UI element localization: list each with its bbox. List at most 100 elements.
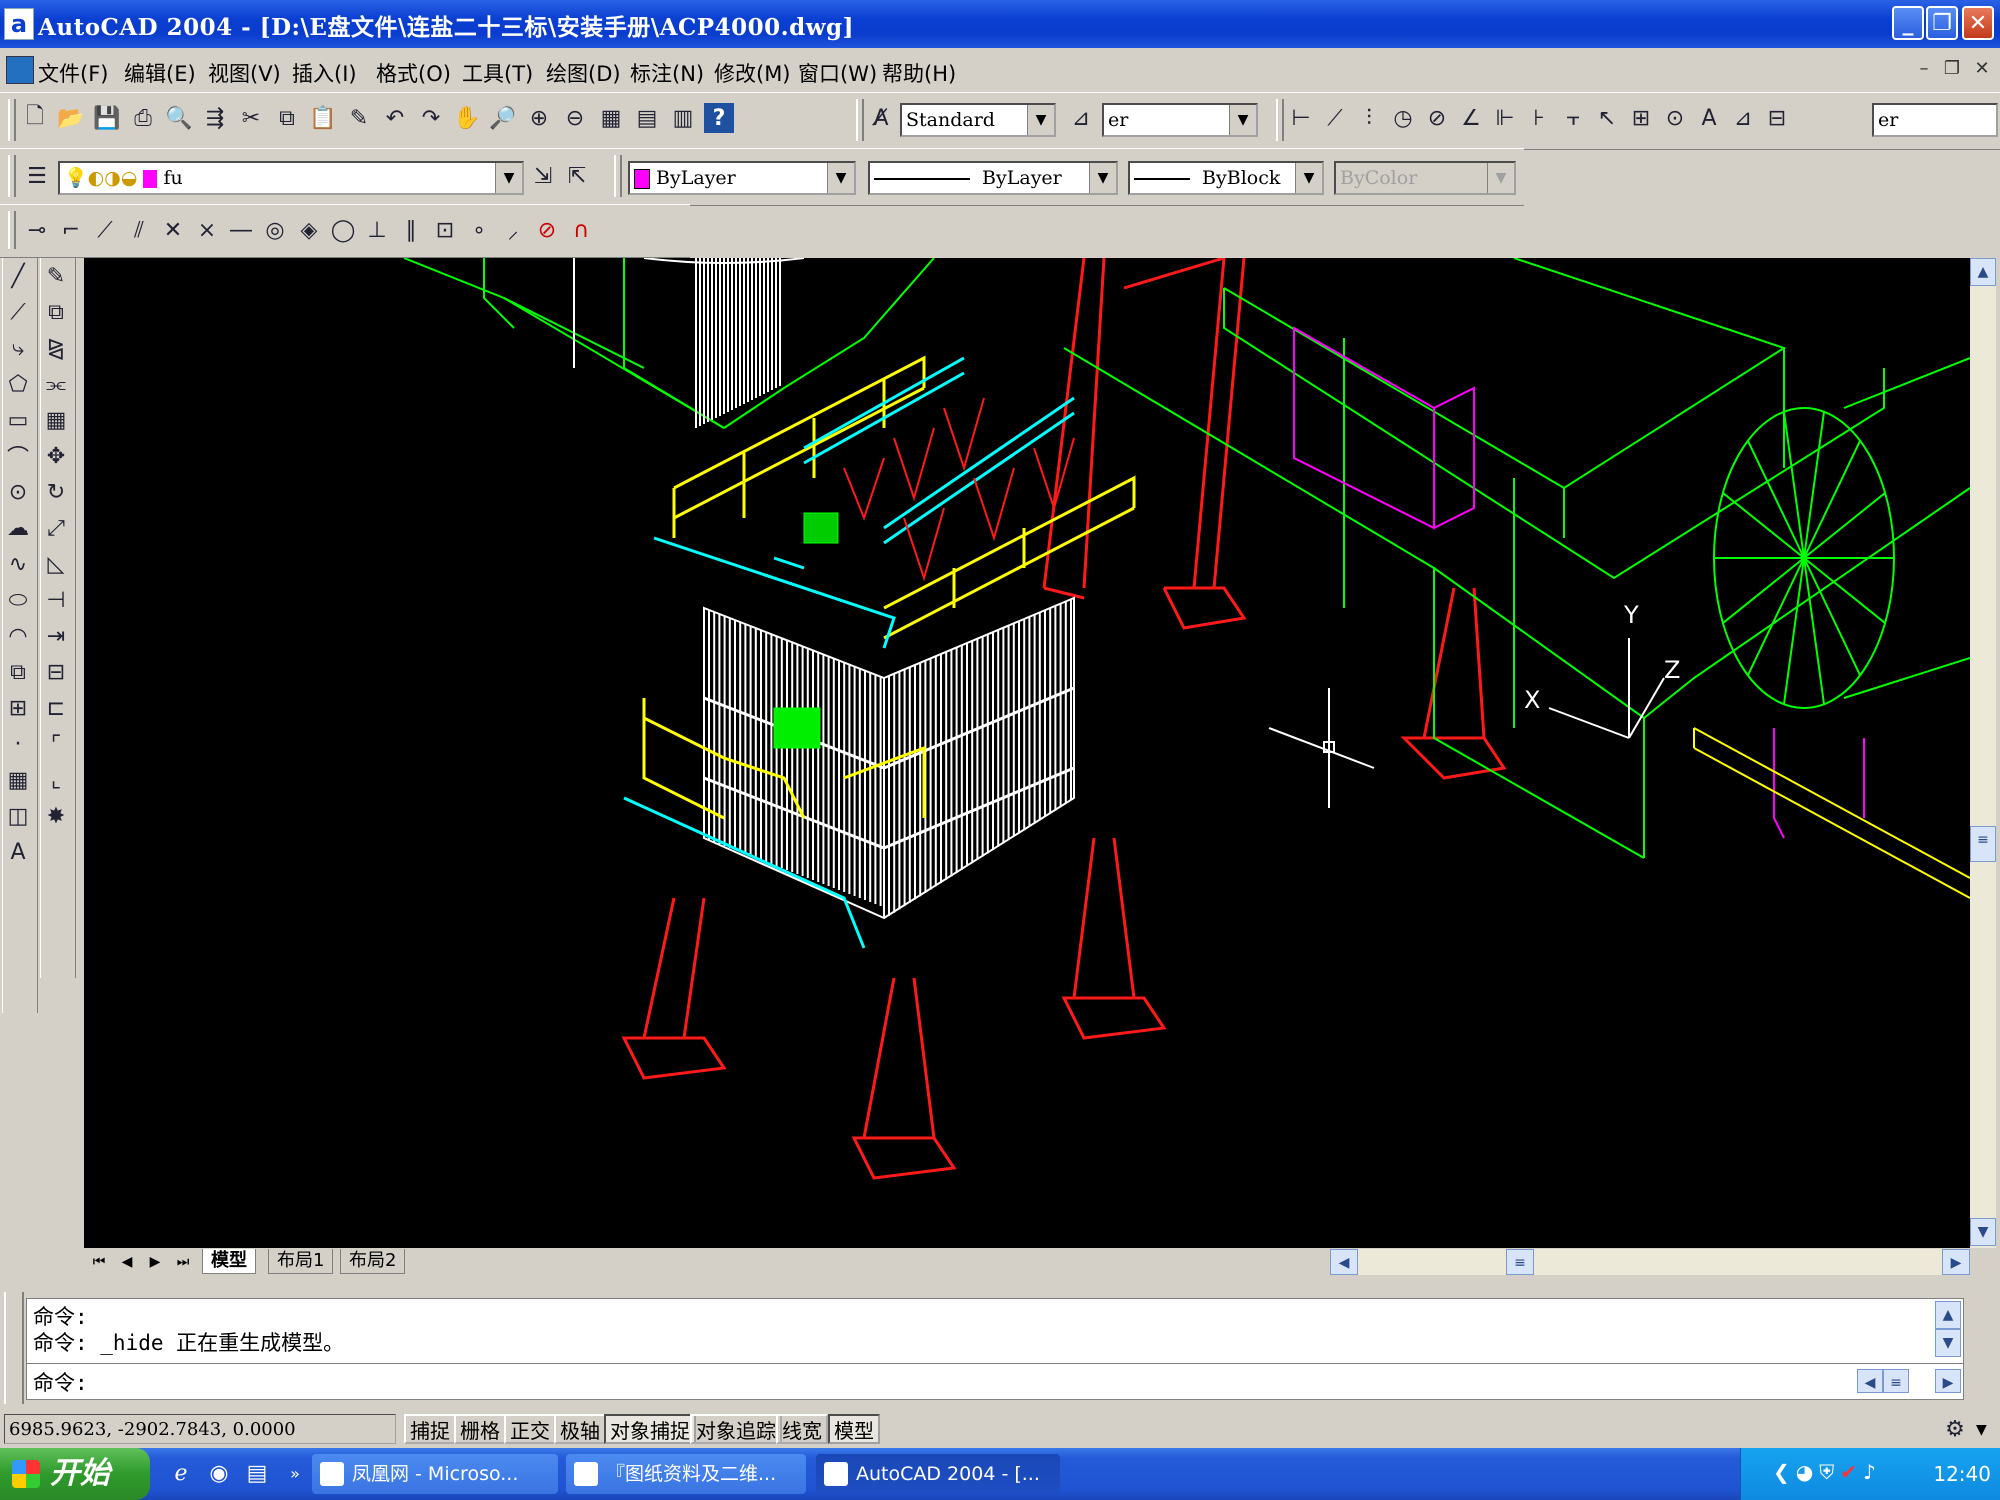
cmd-hscroll-thumb[interactable]: ≡ <box>1883 1369 1909 1393</box>
close-button[interactable]: ✕ <box>1962 6 1994 40</box>
ortho-toggle[interactable]: 正交 <box>504 1414 556 1444</box>
toolbar-grip[interactable] <box>1276 99 1284 141</box>
polygon-icon[interactable]: ⬠ <box>3 366 33 402</box>
text-style-icon[interactable]: A̸ <box>866 103 896 133</box>
leader-icon[interactable]: ↖ <box>1592 103 1622 133</box>
snap-intersection-icon[interactable]: ✕ <box>158 215 188 245</box>
scroll-right-icon[interactable]: ▶ <box>1942 1249 1970 1275</box>
tray-network-icon[interactable]: ◕ <box>1796 1460 1813 1484</box>
first-tab-icon[interactable]: ⏮ <box>86 1250 112 1274</box>
cmd-hscroll-left-icon[interactable]: ◀ <box>1857 1369 1883 1393</box>
undo-icon[interactable]: ↶ <box>380 103 410 133</box>
zoom-realtime-icon[interactable]: 🔎 <box>488 103 518 133</box>
layer-dropdown[interactable]: 💡◐◑◒ fu ▼ <box>58 161 524 195</box>
model-toggle[interactable]: 模型 <box>828 1414 880 1444</box>
rotate-icon[interactable]: ↻ <box>41 474 71 510</box>
point-icon[interactable]: · <box>3 726 33 762</box>
snap-extension-icon[interactable]: ― <box>226 215 256 245</box>
join-icon[interactable]: ⊏ <box>41 690 71 726</box>
toolbar-grip[interactable] <box>614 155 622 197</box>
arc-icon[interactable]: ⌒ <box>3 438 33 474</box>
menu-format[interactable]: 格式(O) <box>376 58 451 88</box>
toolbar-grip[interactable] <box>856 99 864 141</box>
scale-icon[interactable]: ⤢ <box>41 510 71 546</box>
move-icon[interactable]: ✥ <box>41 438 71 474</box>
tray-app-icon[interactable]: ✔ <box>1840 1460 1857 1484</box>
open-icon[interactable]: 📂 <box>56 103 86 133</box>
rectangle-icon[interactable]: ▭ <box>3 402 33 438</box>
vertical-scrollbar[interactable]: ▲ ≡ ▼ <box>1970 258 1996 1248</box>
color-dropdown[interactable]: ByLayer ▼ <box>628 161 856 195</box>
tray-arrow-icon[interactable]: ❮ <box>1773 1460 1790 1484</box>
cmd-scroll-up-icon[interactable]: ▲ <box>1935 1301 1961 1329</box>
tray-security-icon[interactable]: ⛨ <box>1819 1460 1834 1484</box>
temp-track-point-icon[interactable]: ⊸ <box>22 215 52 245</box>
dim-text-edit-icon[interactable]: ⊿ <box>1728 103 1758 133</box>
restore-button[interactable]: ❐ <box>1926 6 1958 40</box>
browser-icon[interactable]: ◉ <box>204 1458 234 1488</box>
make-object-layer-current-icon[interactable]: ⇲ <box>528 161 558 191</box>
chevron-down-icon[interactable]: ▼ <box>1027 105 1054 135</box>
scroll-left-icon[interactable]: ◀ <box>1330 1249 1358 1275</box>
aligned-dim-icon[interactable]: ⟋ <box>1320 103 1350 133</box>
doc-minimize-button[interactable]: – <box>1912 56 1936 82</box>
continue-dim-icon[interactable]: ⫟ <box>1558 103 1588 133</box>
stretch-icon[interactable]: ◺ <box>41 546 71 582</box>
zoom-window-icon[interactable]: ⊕ <box>524 103 554 133</box>
ellipse-arc-icon[interactable]: ◠ <box>3 618 33 654</box>
start-button[interactable]: 开始 <box>0 1448 150 1500</box>
osnap-settings-icon[interactable]: ∩ <box>566 215 596 245</box>
communication-center-icon[interactable]: ⚙ <box>1940 1414 1970 1444</box>
menu-insert[interactable]: 插入(I) <box>292 58 357 88</box>
help-icon[interactable]: ? <box>704 103 734 133</box>
menu-help[interactable]: 帮助(H) <box>882 58 956 88</box>
erase-icon[interactable]: ✎ <box>41 258 71 294</box>
copy-icon[interactable]: ⧉ <box>272 103 302 133</box>
line-icon[interactable]: ╱ <box>3 258 33 294</box>
chevron-down-icon[interactable]: ▼ <box>827 163 854 193</box>
hscroll-thumb[interactable]: ≡ <box>1506 1249 1534 1275</box>
polyline-icon[interactable]: ⤷ <box>3 330 33 366</box>
match-properties-icon[interactable]: ✎ <box>344 103 374 133</box>
extend-icon[interactable]: ⇥ <box>41 618 71 654</box>
chevron-down-icon[interactable]: ▼ <box>495 163 522 193</box>
snap-center-icon[interactable]: ◎ <box>260 215 290 245</box>
diameter-dim-icon[interactable]: ⊘ <box>1422 103 1452 133</box>
properties-icon[interactable]: ▦ <box>596 103 626 133</box>
menu-window[interactable]: 窗口(W) <box>798 58 877 88</box>
toolbar-grip[interactable] <box>8 155 16 197</box>
tool-palettes-icon[interactable]: ▥ <box>668 103 698 133</box>
dim-style-icon[interactable]: ⊿ <box>1066 103 1096 133</box>
chevron-down-icon[interactable]: ▼ <box>1089 163 1116 193</box>
array-icon[interactable]: ▦ <box>41 402 71 438</box>
prev-tab-icon[interactable]: ◀ <box>114 1250 140 1274</box>
region-icon[interactable]: ◫ <box>3 798 33 834</box>
tab-model[interactable]: 模型 <box>202 1249 256 1274</box>
tray-volume-icon[interactable]: ♪ <box>1863 1460 1876 1484</box>
cmd-scroll-down-icon[interactable]: ▼ <box>1935 1329 1961 1357</box>
ie-icon[interactable]: ℯ <box>166 1458 196 1488</box>
chevron-down-icon[interactable]: ▼ <box>1229 105 1256 135</box>
menu-modify[interactable]: 修改(M) <box>714 58 791 88</box>
hatch-icon[interactable]: ▦ <box>3 762 33 798</box>
tab-layout1[interactable]: 布局1 <box>268 1249 334 1274</box>
menu-draw[interactable]: 绘图(D) <box>546 58 621 88</box>
dim-update-icon[interactable]: ⊟ <box>1762 103 1792 133</box>
mirror-icon[interactable]: ⧎ <box>41 330 71 366</box>
dim-edit-icon[interactable]: A <box>1694 103 1724 133</box>
pan-icon[interactable]: ✋ <box>452 103 482 133</box>
menu-view[interactable]: 视图(V) <box>208 58 281 88</box>
baseline-dim-icon[interactable]: ⊦ <box>1524 103 1554 133</box>
otrack-toggle[interactable]: 对象追踪 <box>690 1414 782 1444</box>
snap-parallel-icon[interactable]: ∥ <box>396 215 426 245</box>
layer-manager-icon[interactable]: ☰ <box>22 161 52 191</box>
status-menu-arrow-icon[interactable]: ▼ <box>1976 1422 1987 1438</box>
mtext-icon[interactable]: A <box>3 834 33 870</box>
snap-insert-icon[interactable]: ⊡ <box>430 215 460 245</box>
clock[interactable]: 12:40 <box>1933 1462 1991 1486</box>
autocad-app-icon[interactable]: a <box>4 8 34 40</box>
circle-icon[interactable]: ⊙ <box>3 474 33 510</box>
dim-style-right-dropdown[interactable]: er <box>1872 103 1998 137</box>
horizontal-scrollbar[interactable]: ◀ ≡ ▶ <box>1330 1249 1970 1275</box>
plot-icon[interactable]: ⎙ <box>128 103 158 133</box>
